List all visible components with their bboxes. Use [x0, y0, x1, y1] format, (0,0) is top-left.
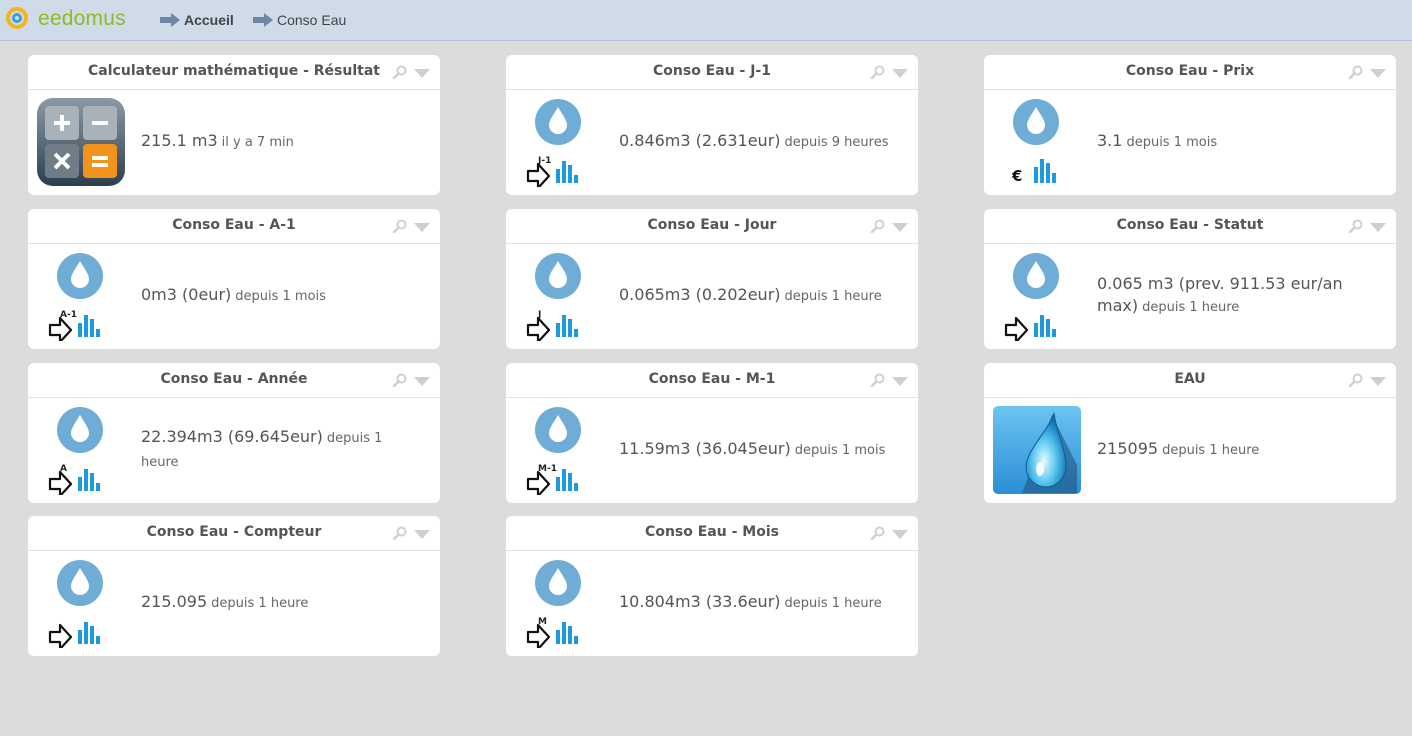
widget-card-2[interactable]: Conso Eau - J-1 J-1 0.846m3 (2.631eur) de…	[506, 55, 918, 195]
widget-card-10[interactable]: Conso Eau - Compteur 215.095 depuis 1 heu…	[28, 516, 440, 656]
water-price-icon: €	[992, 97, 1082, 187]
widget-card-6[interactable]: Conso Eau - Statut 0.065 m3 (prev. 911.5…	[984, 209, 1396, 349]
widget-updated: depuis 1 mois	[794, 443, 886, 458]
widget-value-area: 0.065 m3 (prev. 911.53 eur/an max) depuis…	[1097, 209, 1380, 349]
widget-value-area: 215.1 m3 il y a 7 min	[141, 55, 424, 195]
widget-value-area: 215095 depuis 1 heure	[1097, 363, 1380, 503]
logo-ring-icon	[6, 7, 28, 29]
widget-value-area: 0m3 (0eur) depuis 1 mois	[141, 209, 424, 349]
widget-value-area: 11.59m3 (36.045eur) depuis 1 mois	[619, 363, 902, 503]
widget-updated: depuis 1 heure	[1142, 300, 1240, 315]
widget-updated: il y a 7 min	[221, 135, 294, 150]
widget-value: 215.1 m3	[141, 131, 218, 150]
breadcrumb-label: Accueil	[184, 12, 234, 28]
widget-updated: depuis 1 heure	[784, 596, 882, 611]
top-bar: eedomus Accueil Conso Eau	[0, 0, 1412, 41]
widget-value-area: 22.394m3 (69.645eur) depuis 1 heure	[141, 363, 424, 503]
water-stats-icon	[992, 251, 1082, 344]
widget-value-area: 0.065m3 (0.202eur) depuis 1 heure	[619, 209, 902, 349]
widget-value: 3.1	[1097, 131, 1123, 150]
calculator-icon	[36, 97, 126, 187]
water-stats-icon: A	[36, 405, 126, 498]
widget-card-9[interactable]: EAU 215095 depuis 1 heure	[984, 363, 1396, 503]
svg-text:M-1: M-1	[538, 464, 557, 474]
widget-value-area: 0.846m3 (2.631eur) depuis 9 heures	[619, 55, 902, 195]
widget-updated: depuis 1 heure	[1162, 443, 1260, 458]
breadcrumb-home[interactable]: Accueil	[160, 11, 234, 29]
water-stats-icon: J	[514, 251, 604, 344]
water-drop-icon	[992, 405, 1082, 495]
breadcrumb-current[interactable]: Conso Eau	[253, 11, 346, 29]
widget-value-area: 215.095 depuis 1 heure	[141, 516, 424, 656]
widget-value: 22.394m3 (69.645eur)	[141, 427, 323, 446]
widget-value: 0m3 (0eur)	[141, 285, 232, 304]
widget-updated: depuis 1 heure	[211, 596, 309, 611]
widget-value: 215.095	[141, 592, 208, 611]
svg-text:A-1: A-1	[60, 310, 77, 320]
widget-card-1[interactable]: Calculateur mathématique - Résultat 215.	[28, 55, 440, 195]
widget-card-4[interactable]: Conso Eau - A-1 A-1 0m3 (0eur) depuis 1 m…	[28, 209, 440, 349]
widget-updated: depuis 1 mois	[235, 289, 326, 304]
water-stats-icon: M	[514, 558, 604, 651]
widget-value-area: 10.804m3 (33.6eur) depuis 1 heure	[619, 516, 902, 656]
water-stats-icon: M-1	[514, 405, 604, 498]
widget-card-11[interactable]: Conso Eau - Mois M 10.804m3 (33.6eur) dep…	[506, 516, 918, 656]
widget-value-area: 3.1 depuis 1 mois	[1097, 55, 1380, 195]
svg-text:€: €	[1011, 167, 1022, 185]
logo-text: eedomus	[38, 7, 126, 30]
widget-value: 11.59m3 (36.045eur)	[619, 439, 791, 458]
widget-card-3[interactable]: Conso Eau - Prix € 3.1 depuis 1 mois	[984, 55, 1396, 195]
arrow-right-icon	[253, 13, 273, 27]
widget-card-5[interactable]: Conso Eau - Jour J 0.065m3 (0.202eur) dep…	[506, 209, 918, 349]
eedomus-logo[interactable]: eedomus	[4, 5, 126, 35]
breadcrumb-label: Conso Eau	[277, 12, 347, 28]
widget-card-7[interactable]: Conso Eau - Année A 22.394m3 (69.645eur)…	[28, 363, 440, 503]
widget-updated: depuis 1 heure	[784, 289, 882, 304]
widget-value: 10.804m3 (33.6eur)	[619, 592, 781, 611]
arrow-right-icon	[160, 13, 180, 27]
widget-value: 0.846m3 (2.631eur)	[619, 131, 781, 150]
widget-value: 215095	[1097, 439, 1159, 458]
widget-updated: depuis 9 heures	[784, 135, 889, 150]
water-stats-icon	[36, 558, 126, 651]
widget-value: 0.065m3 (0.202eur)	[619, 285, 781, 304]
water-stats-icon: A-1	[36, 251, 126, 344]
widget-updated: depuis 1 mois	[1126, 135, 1218, 150]
widget-card-8[interactable]: Conso Eau - M-1 M-1 11.59m3 (36.045eur) d…	[506, 363, 918, 503]
water-stats-icon: J-1	[514, 97, 604, 190]
